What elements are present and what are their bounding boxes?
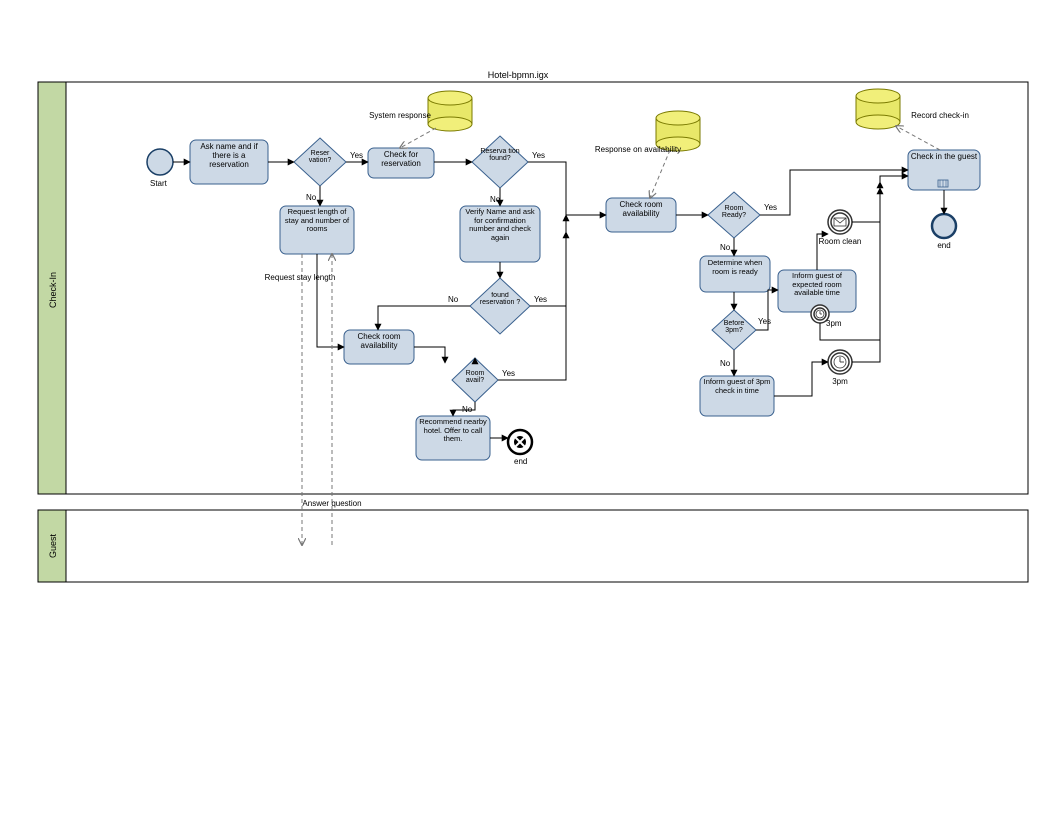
timer-3pm-label: 3pm: [832, 377, 848, 386]
gateway-res-found: Reserva tion found?: [472, 136, 528, 188]
room-clean-label: Room clean: [819, 237, 862, 246]
svg-text:No: No: [720, 243, 731, 252]
task-request-stay: Request length of stay and number of roo…: [280, 206, 354, 254]
svg-text:No: No: [490, 195, 501, 204]
terminate-end-event: [508, 430, 532, 454]
svg-text:No: No: [462, 405, 473, 414]
svg-text:Yes: Yes: [350, 151, 363, 160]
svg-text:No: No: [306, 193, 317, 202]
task-check-reservation: Check for reservation: [368, 148, 434, 178]
gateway-room-ready: Room Ready?: [708, 192, 760, 238]
task-inform-3pm: Inform guest of 3pm check in time: [700, 376, 774, 416]
svg-text:No: No: [720, 359, 731, 368]
svg-text:Yes: Yes: [758, 317, 771, 326]
anno-answer-q: Answer question: [302, 499, 361, 508]
pool-guest: [38, 510, 1028, 582]
svg-text:Yes: Yes: [534, 295, 547, 304]
gateway-reservation: Reser vation?: [294, 138, 346, 186]
gateway-before-3pm: Before 3pm?: [712, 310, 756, 350]
task-checkin-guest: Check in the guest: [908, 150, 980, 190]
start-event: [147, 149, 173, 175]
intermediate-timer-3pm: [828, 350, 852, 374]
task-determine-ready: Determine when room is ready: [700, 256, 770, 292]
end-label-1: end: [514, 457, 527, 466]
gateway-room-avail: Room avail?: [452, 358, 498, 402]
boundary-timer-label: 3pm: [826, 319, 842, 328]
task-check-room-avail-1: Check room availability: [344, 330, 414, 364]
svg-text:Yes: Yes: [764, 203, 777, 212]
task-recommend: Recommend nearby hotel. Offer to call th…: [416, 416, 490, 460]
anno-record-checkin: Record check-in: [911, 111, 969, 120]
task-ask-name: Ask name and if there is a reservation: [190, 140, 268, 184]
svg-text:Yes: Yes: [502, 369, 515, 378]
task-verify-name: Verify Name and ask for confirmation num…: [460, 206, 540, 262]
anno-req-stay-len: Request stay length: [265, 273, 336, 282]
gateway-found-res: found reservation ?: [470, 278, 530, 334]
svg-text:Yes: Yes: [532, 151, 545, 160]
lane-label-checkin: Check-In: [48, 272, 58, 308]
bpmn-diagram: Hotel-bpmn.igx Check-In Guest Start Ask …: [0, 0, 1056, 816]
lane-label-guest: Guest: [48, 533, 58, 558]
end-event: [932, 214, 956, 238]
task-check-room-avail-2: Check room availability: [606, 198, 676, 232]
start-label: Start: [150, 179, 168, 188]
anno-resp-avail: Response on availability: [595, 145, 681, 154]
datastore-system: [428, 91, 472, 131]
datastore-record-checkin: [856, 89, 900, 129]
intermediate-msg-room-clean: [828, 210, 852, 234]
svg-text:No: No: [448, 295, 459, 304]
end-label-2: end: [937, 241, 950, 250]
anno-system-response: System response: [369, 111, 431, 120]
diagram-title: Hotel-bpmn.igx: [488, 70, 549, 80]
